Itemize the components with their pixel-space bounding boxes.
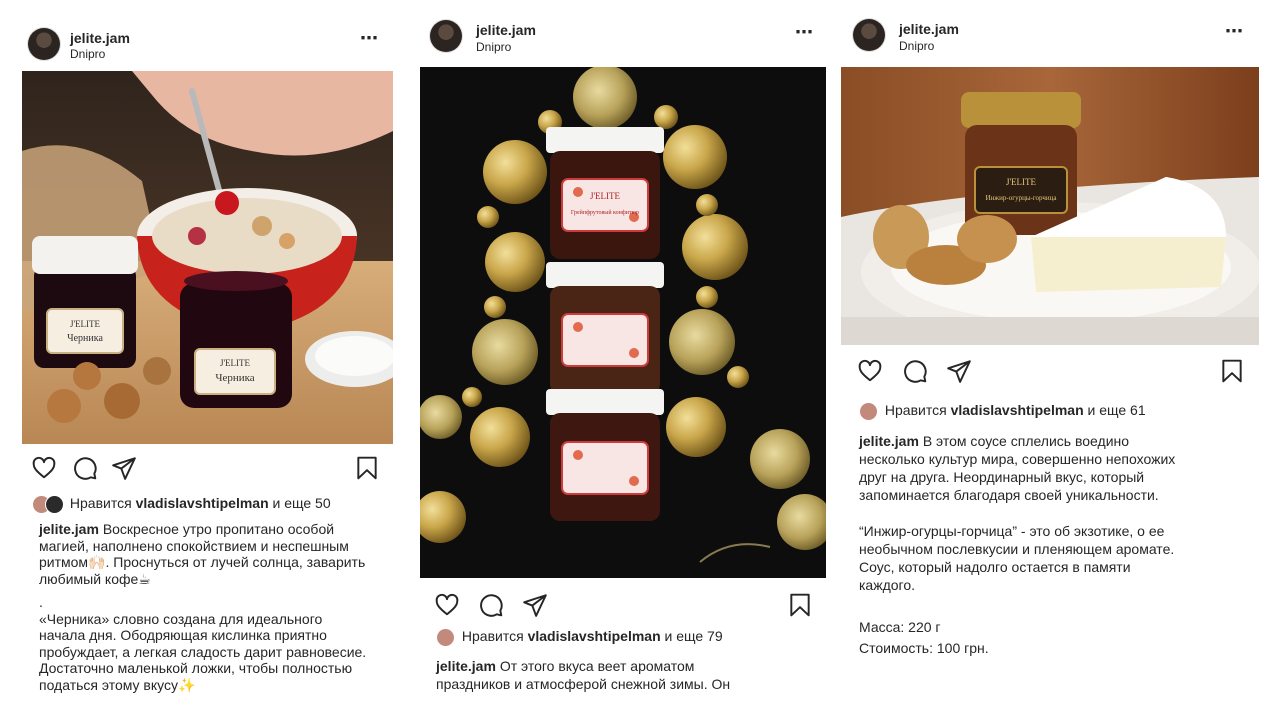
caption-line: несколько культур мира, совершенно непох… bbox=[859, 451, 1176, 467]
likers-avatars bbox=[32, 495, 66, 515]
post-photo[interactable]: J'ELITE Инжир-огурцы-горчица bbox=[841, 67, 1259, 345]
avatar bbox=[45, 495, 64, 515]
caption-line: Соус, который надолго остается в памяти bbox=[859, 559, 1131, 575]
likes-prefix: Нравится bbox=[884, 402, 951, 418]
caption-username[interactable]: jelite.jam bbox=[436, 658, 496, 674]
caption-line: каждого. bbox=[859, 577, 916, 593]
comment-icon[interactable] bbox=[902, 358, 928, 384]
paper-plane-icon[interactable] bbox=[946, 358, 972, 384]
likes-count[interactable]: и еще 50 bbox=[269, 495, 331, 511]
post-caption: jelite.jam От этого вкуса веет ароматом … bbox=[436, 657, 816, 693]
heart-icon[interactable] bbox=[434, 592, 460, 618]
heart-icon[interactable] bbox=[31, 455, 57, 481]
paper-plane-icon[interactable] bbox=[522, 592, 548, 618]
post-actions bbox=[419, 592, 828, 622]
caption-line: Масса: 220 г bbox=[859, 619, 941, 635]
avatar[interactable] bbox=[430, 20, 462, 52]
caption-username[interactable]: jelite.jam bbox=[859, 433, 919, 449]
post-card-2: jelite.jam Dnipro ⋯ J'ELITE Грейпфрутовы… bbox=[419, 0, 828, 723]
caption-line: запоминается благодаря своей уникальност… bbox=[859, 487, 1159, 503]
jar-flavor-label: Черника bbox=[215, 372, 254, 384]
caption-line: необычном послевкусии и пленяющем аромат… bbox=[859, 541, 1175, 557]
jar-brand-label: J'ELITE bbox=[220, 358, 251, 368]
post-actions bbox=[840, 358, 1260, 388]
avatar[interactable] bbox=[28, 28, 60, 60]
caption-line: праздников и атмосферой снежной зимы. Он bbox=[436, 676, 731, 692]
jar-flavor-label: Грейпфрутовый конфитюр bbox=[571, 209, 639, 216]
comment-icon[interactable] bbox=[478, 592, 504, 618]
post-username[interactable]: jelite.jam bbox=[899, 21, 959, 37]
post-header: jelite.jam Dnipro ⋯ bbox=[419, 14, 828, 64]
post-location[interactable]: Dnipro bbox=[476, 40, 511, 54]
post-username[interactable]: jelite.jam bbox=[476, 22, 536, 38]
jar-brand-label: J'ELITE bbox=[70, 319, 101, 329]
more-options-icon[interactable]: ⋯ bbox=[795, 22, 814, 43]
post-actions bbox=[22, 455, 395, 485]
likes-summary[interactable]: Нравится vladislavshtipelman и еще 61 bbox=[859, 402, 1146, 422]
caption-line: Достаточно маленькой ложки, чтобы полнос… bbox=[39, 660, 353, 676]
post-location[interactable]: Dnipro bbox=[899, 39, 934, 53]
caption-line: ритмом🙌🏻. Проснуться от лучей солнца, за… bbox=[39, 554, 366, 570]
likes-user[interactable]: vladislavshtipelman bbox=[951, 402, 1084, 418]
likes-summary[interactable]: Нравится vladislavshtipelman и еще 79 bbox=[436, 628, 723, 648]
likes-summary[interactable]: Нравится vladislavshtipelman и еще 50 bbox=[32, 495, 331, 515]
post-caption: jelite.jam Воскресное утро пропитано осо… bbox=[39, 521, 389, 693]
comment-icon[interactable] bbox=[72, 455, 98, 481]
post-location[interactable]: Dnipro bbox=[70, 47, 105, 61]
avatar[interactable] bbox=[853, 19, 885, 51]
caption-line: магией, наполнено спокойствием и неспешн… bbox=[39, 537, 349, 554]
more-options-icon[interactable]: ⋯ bbox=[1225, 21, 1244, 42]
heart-icon[interactable] bbox=[857, 358, 883, 384]
jar-brand-label: J'ELITE bbox=[590, 191, 621, 201]
likes-count[interactable]: и еще 79 bbox=[661, 628, 723, 644]
caption-line: податься этому вкусу✨ bbox=[39, 676, 196, 693]
more-options-icon[interactable]: ⋯ bbox=[360, 28, 379, 49]
caption-line: начала дня. Ободряющая кислинка приятно bbox=[39, 627, 327, 643]
bookmark-icon[interactable] bbox=[354, 455, 380, 481]
jar-flavor-label: Инжир-огурцы-горчица bbox=[985, 194, 1057, 202]
post-username[interactable]: jelite.jam bbox=[70, 30, 130, 46]
caption-line: “Инжир-огурцы-горчица” - это об экзотике… bbox=[859, 523, 1165, 539]
caption-line: пробуждает, а легкая сладость дарит равн… bbox=[39, 643, 367, 660]
jar-brand-label: J'ELITE bbox=[1006, 177, 1037, 187]
caption-line: друг на друга. Неординарный вкус, которы… bbox=[859, 469, 1145, 485]
avatar bbox=[859, 402, 878, 422]
avatar bbox=[436, 628, 455, 648]
paper-plane-icon[interactable] bbox=[111, 455, 137, 481]
likes-prefix: Нравится bbox=[69, 495, 136, 511]
post-photo[interactable]: J'ELITE Черника J'ELITE Черника bbox=[22, 71, 393, 444]
bookmark-icon[interactable] bbox=[1219, 358, 1245, 384]
likers-avatars bbox=[436, 628, 458, 648]
likes-user[interactable]: vladislavshtipelman bbox=[136, 495, 269, 511]
likes-prefix: Нравится bbox=[461, 628, 528, 644]
post-card-3: jelite.jam Dnipro ⋯ J'ELITE Инжир-огурцы… bbox=[840, 0, 1260, 723]
caption-username[interactable]: jelite.jam bbox=[39, 521, 99, 537]
likers-avatars bbox=[859, 402, 881, 422]
post-header: jelite.jam Dnipro ⋯ bbox=[840, 13, 1260, 63]
post-photo[interactable]: J'ELITE Грейпфрутовый конфитюр bbox=[420, 67, 826, 578]
caption-line: jelite.jam В этом соусе сплелись воедино bbox=[859, 433, 1130, 449]
jar-flavor-label: Черника bbox=[67, 333, 103, 344]
caption-line: Стоимость: 100 грн. bbox=[859, 640, 989, 656]
caption-line: любимый кофе☕ bbox=[39, 570, 151, 587]
caption-line: jelite.jam От этого вкуса веет ароматом bbox=[436, 658, 695, 674]
caption-line: . bbox=[39, 594, 43, 610]
likes-user[interactable]: vladislavshtipelman bbox=[528, 628, 661, 644]
post-card-1: jelite.jam Dnipro ⋯ J'ELITE Черника J'EL… bbox=[22, 0, 395, 723]
bookmark-icon[interactable] bbox=[787, 592, 813, 618]
caption-line: «Черника» словно создана для идеального bbox=[39, 610, 323, 627]
post-caption: jelite.jam В этом соусе сплелись воедино… bbox=[859, 432, 1254, 657]
post-header: jelite.jam Dnipro ⋯ bbox=[22, 22, 395, 72]
likes-count[interactable]: и еще 61 bbox=[1084, 402, 1146, 418]
caption-line: jelite.jam Воскресное утро пропитано осо… bbox=[39, 521, 335, 537]
